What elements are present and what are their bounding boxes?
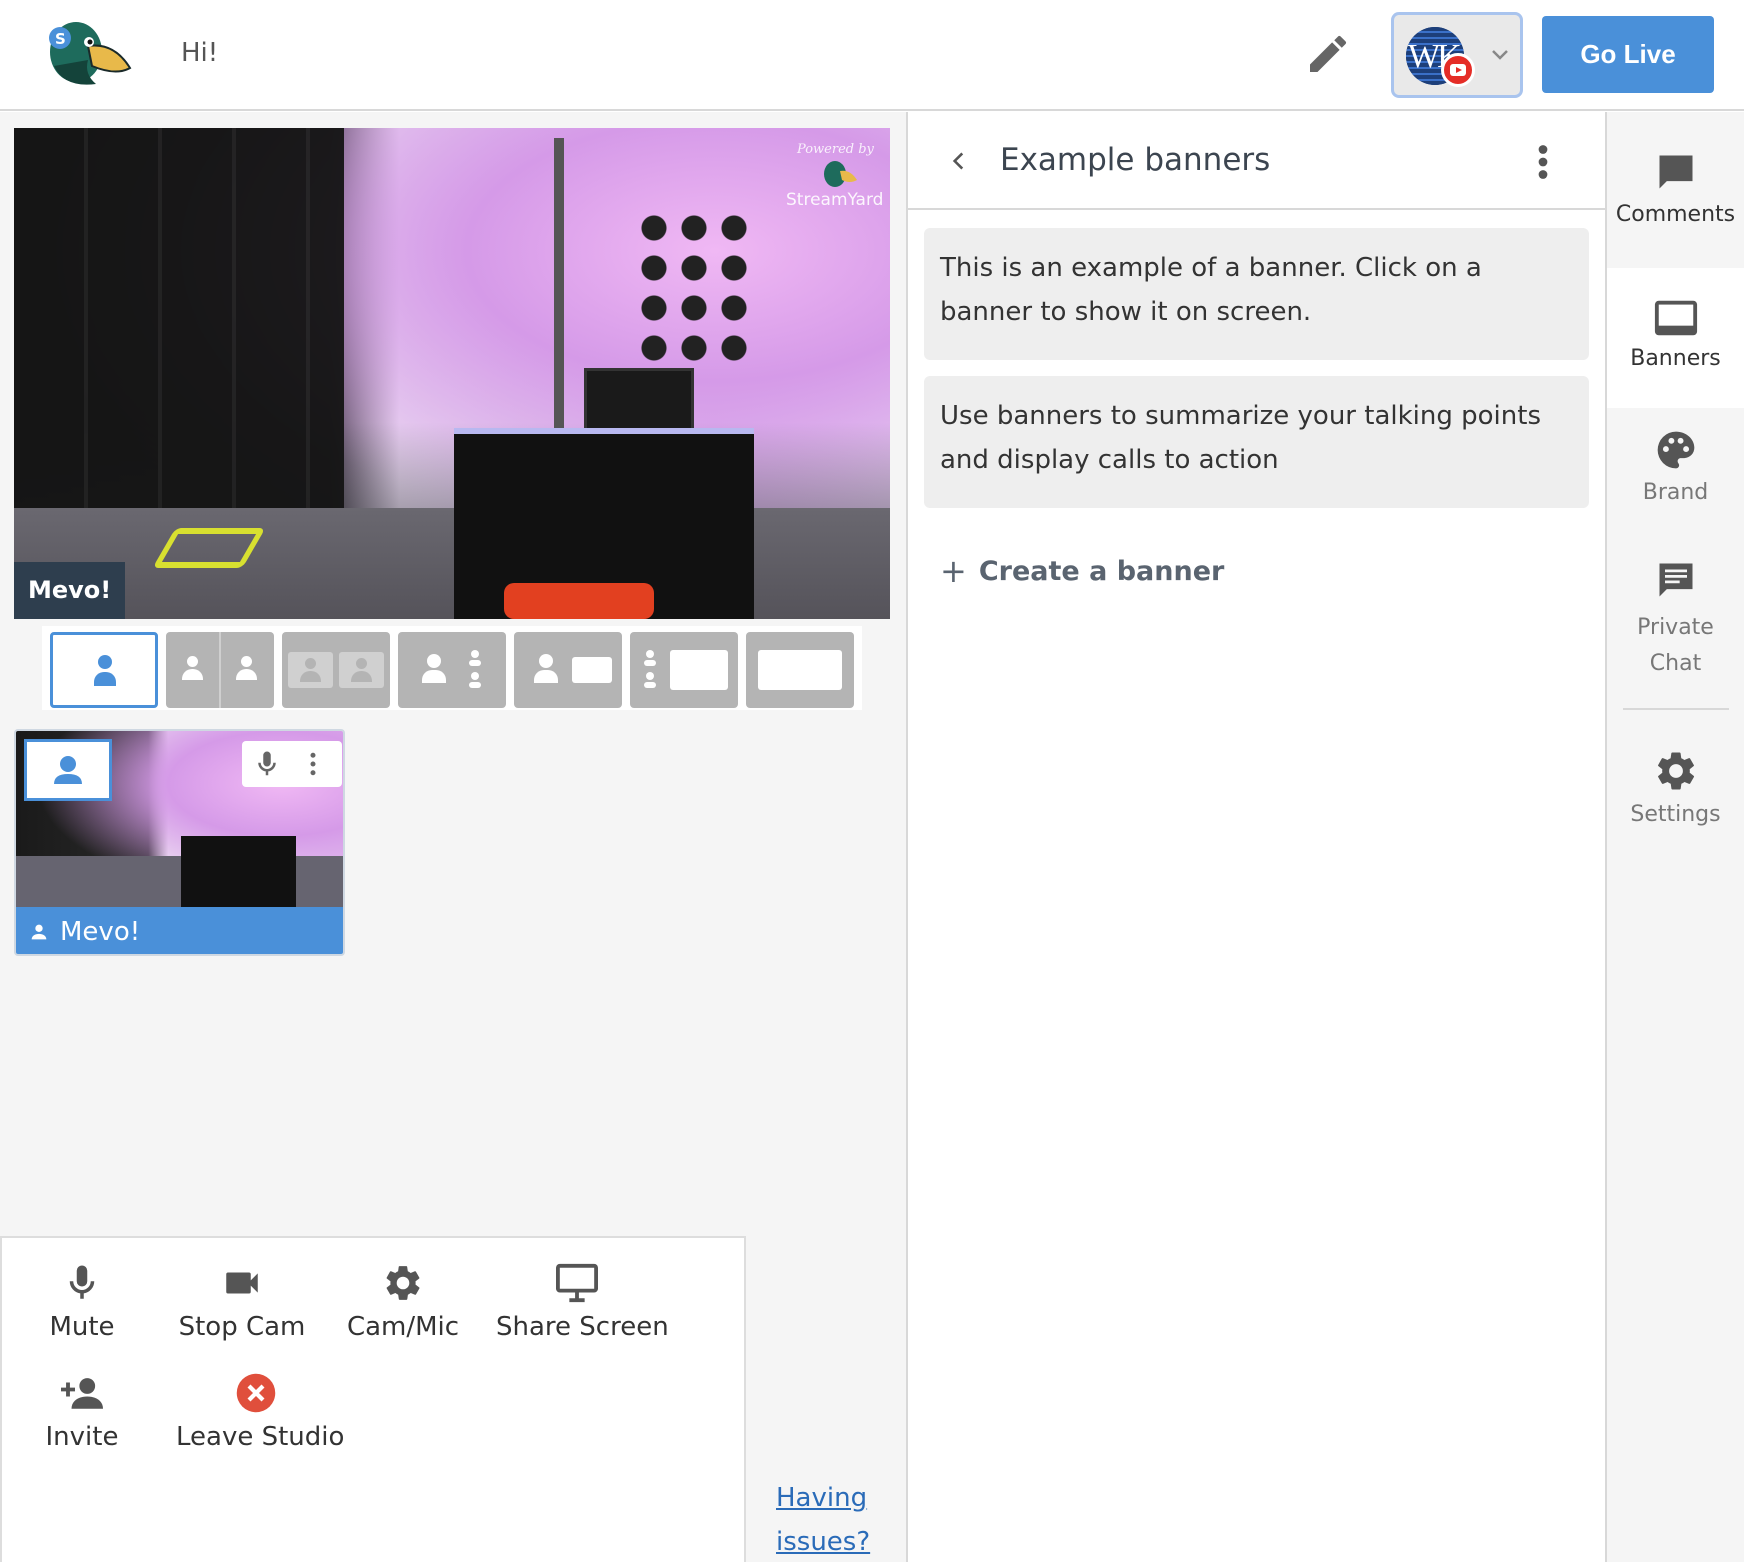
palette-icon <box>1657 431 1694 469</box>
panel-title: Example banners <box>1000 142 1271 178</box>
sidebar-item-banners[interactable]: Banners <box>1607 268 1744 408</box>
layout-screen-button[interactable] <box>514 632 622 708</box>
layout-cropped-button[interactable] <box>166 632 274 708</box>
person-icon <box>351 658 372 684</box>
comment-icon <box>1659 155 1692 189</box>
destination-selector[interactable]: WK <box>1391 12 1523 98</box>
cam-mic-settings-button[interactable]: Cam/Mic <box>346 1262 460 1342</box>
watermark-brand-text: StreamYard <box>786 190 884 210</box>
chat-icon <box>1659 563 1692 597</box>
layout-screen-only-button[interactable] <box>746 632 854 708</box>
chevron-down-icon <box>1492 50 1508 60</box>
greeting-text: Hi! <box>181 38 219 68</box>
sidebar-item-private-chat[interactable]: Private Chat <box>1607 558 1744 698</box>
sidebar-item-settings[interactable]: Settings <box>1607 748 1744 858</box>
edit-pencil-icon[interactable] <box>1304 30 1352 78</box>
banner-icon <box>1654 300 1697 336</box>
add-to-stage-button[interactable] <box>24 739 112 801</box>
go-live-button[interactable]: Go Live <box>1542 16 1714 93</box>
person-icon <box>534 654 558 683</box>
more-vertical-icon[interactable] <box>298 749 328 779</box>
having-issues-link[interactable]: Having issues? <box>776 1476 870 1564</box>
panel-header: Example banners <box>908 112 1605 210</box>
participant-name: Mevo! <box>60 917 141 947</box>
banners-panel: Example banners This is an example of a … <box>908 112 1605 1562</box>
person-icon <box>182 656 203 682</box>
person-icon <box>422 654 446 683</box>
streamyard-logo[interactable]: S <box>44 16 132 88</box>
participant-tile[interactable]: Mevo! <box>14 729 345 956</box>
invite-button[interactable]: Invite <box>42 1372 122 1452</box>
layout-group-button[interactable] <box>282 632 390 708</box>
youtube-icon <box>1441 53 1475 87</box>
tile-controls <box>242 741 342 787</box>
right-sidebar: Comments Banners Brand Private Chat Sett… <box>1607 112 1744 1562</box>
mute-button[interactable]: Mute <box>42 1262 122 1342</box>
person-icon <box>236 656 257 682</box>
person-icon <box>31 924 47 940</box>
stop-cam-button[interactable]: Stop Cam <box>178 1262 306 1342</box>
broadcast-stage: Powered by StreamYard Mevo! <box>14 128 890 619</box>
control-bar: Mute Stop Cam Cam/Mic Share Screen Invit… <box>0 1236 746 1562</box>
stage-participant-label: Mevo! <box>14 562 126 619</box>
banner-item[interactable]: Use banners to summarize your talking po… <box>924 376 1589 508</box>
sidebar-separator <box>1623 708 1729 710</box>
top-bar: S Hi! WK Go Live <box>0 0 1744 111</box>
layout-solo-button[interactable] <box>50 632 158 708</box>
participant-name-bar: Mevo! <box>16 907 343 954</box>
gear-icon <box>1657 752 1694 790</box>
plus-icon: + <box>940 552 967 590</box>
banner-item[interactable]: This is an example of a banner. Click on… <box>924 228 1589 360</box>
sidebar-item-brand[interactable]: Brand <box>1607 428 1744 538</box>
gear-icon <box>386 1266 420 1300</box>
camera-icon <box>226 1272 258 1294</box>
create-banner-button[interactable]: + Create a banner <box>940 552 1224 590</box>
sidebar-item-comments[interactable]: Comments <box>1607 128 1744 246</box>
close-circle-icon <box>236 1373 276 1413</box>
layout-leader-button[interactable] <box>398 632 506 708</box>
share-screen-button[interactable]: Share Screen <box>496 1262 669 1342</box>
layout-pip-button[interactable] <box>630 632 738 708</box>
svg-text:S: S <box>55 30 66 48</box>
layout-selector <box>42 626 862 710</box>
person-icon <box>54 756 82 784</box>
add-person-icon <box>61 1378 103 1409</box>
monitor-icon <box>556 1263 598 1303</box>
chevron-left-icon[interactable] <box>946 148 972 174</box>
streamyard-watermark-icon <box>824 161 857 187</box>
watermark-powered-text: Powered by <box>797 142 874 157</box>
microphone-icon[interactable] <box>252 749 282 779</box>
microphone-icon <box>69 1265 95 1299</box>
leave-studio-button[interactable]: Leave Studio <box>176 1372 344 1452</box>
person-icon <box>300 658 321 684</box>
person-icon <box>94 655 116 686</box>
more-vertical-icon[interactable] <box>1528 142 1558 182</box>
